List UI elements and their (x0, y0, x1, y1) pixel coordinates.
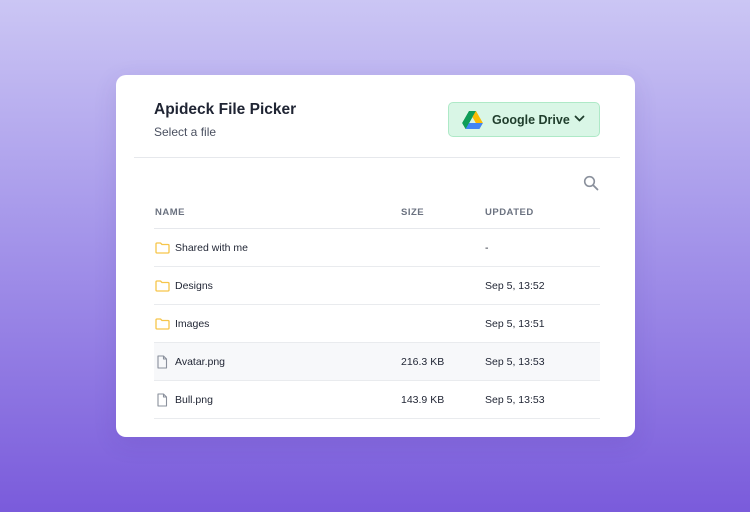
file-picker-modal: Apideck File Picker Select a file Google… (116, 75, 635, 437)
column-header-updated[interactable]: UPDATED (485, 207, 600, 218)
search-icon[interactable] (583, 175, 599, 191)
file-icon (157, 354, 168, 369)
file-table: NAME SIZE UPDATED Shared with me - Desig… (154, 197, 600, 419)
table-row-folder[interactable]: Images Sep 5, 13:51 (154, 305, 600, 343)
file-name: Shared with me (175, 241, 248, 254)
column-header-name[interactable]: NAME (154, 207, 401, 218)
chevron-down-icon (574, 115, 585, 122)
file-name: Bull.png (175, 393, 213, 406)
picker-subtitle: Select a file (154, 125, 217, 139)
file-icon (157, 392, 168, 407)
file-size: 216.3 KB (401, 355, 445, 368)
folder-icon (155, 317, 170, 330)
file-updated: Sep 5, 13:53 (485, 393, 545, 406)
provider-select-button[interactable]: Google Drive (448, 102, 600, 137)
file-size: 143.9 KB (401, 393, 445, 406)
file-updated: - (485, 241, 489, 254)
picker-title: Apideck File Picker (154, 101, 297, 118)
file-updated: Sep 5, 13:52 (485, 279, 545, 292)
table-row-file[interactable]: Bull.png 143.9 KB Sep 5, 13:53 (154, 381, 600, 419)
table-row-file[interactable]: Avatar.png 216.3 KB Sep 5, 13:53 (154, 343, 600, 381)
header-divider (134, 157, 620, 158)
folder-icon (155, 279, 170, 292)
file-name: Avatar.png (175, 355, 226, 368)
google-drive-icon (462, 110, 483, 129)
table-header: NAME SIZE UPDATED (154, 197, 600, 229)
file-updated: Sep 5, 13:53 (485, 355, 545, 368)
provider-label: Google Drive (492, 112, 570, 127)
file-name: Designs (175, 279, 213, 292)
file-name: Images (175, 317, 210, 330)
file-updated: Sep 5, 13:51 (485, 317, 545, 330)
table-row-folder[interactable]: Designs Sep 5, 13:52 (154, 267, 600, 305)
folder-icon (155, 241, 170, 254)
table-row-folder[interactable]: Shared with me - (154, 229, 600, 267)
column-header-size[interactable]: SIZE (401, 207, 485, 218)
